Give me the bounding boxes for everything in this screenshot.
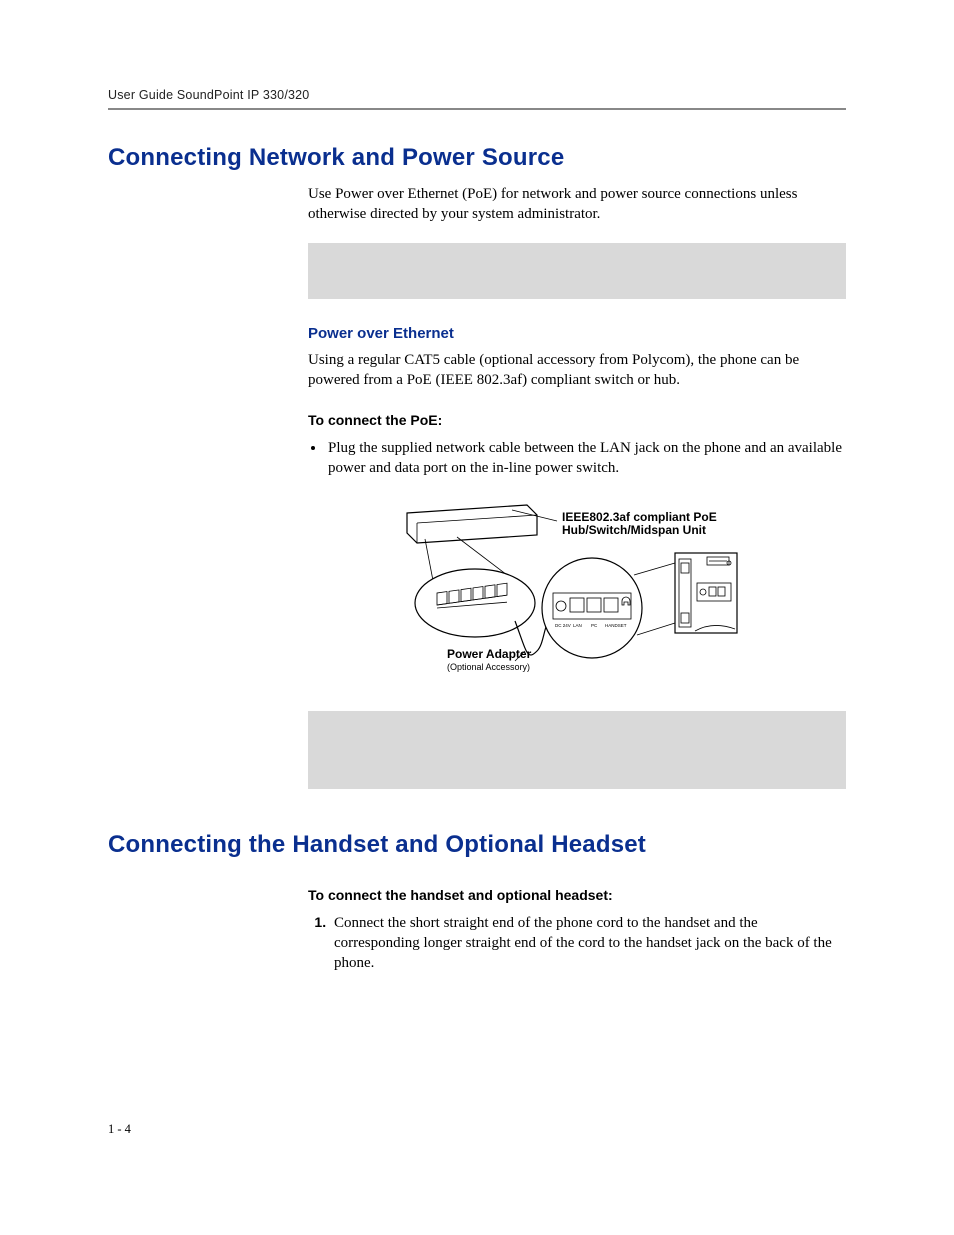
poe-step-bullet: Plug the supplied network cable between …: [326, 438, 846, 479]
section-heading-network-power: Connecting Network and Power Source: [108, 144, 846, 172]
note-band: [308, 243, 846, 299]
handset-step-1: Connect the short straight end of the ph…: [330, 913, 846, 974]
running-head: User Guide SoundPoint IP 330/320: [108, 88, 846, 102]
section-heading-handset-headset: Connecting the Handset and Optional Head…: [108, 831, 846, 859]
port-label-lan: LAN: [573, 623, 582, 628]
callout-poe-hub: IEEE802.3af compliant PoE Hub/Switch/Mid…: [562, 511, 717, 539]
port-label-dc: DC 24V: [555, 623, 571, 628]
header-rule: [108, 108, 846, 110]
subheading-poe: Power over Ethernet: [308, 325, 846, 342]
subheading-to-connect-handset: To connect the handset and optional head…: [308, 887, 846, 903]
callout-power-adapter: Power Adapter (Optional Accessory): [447, 648, 531, 673]
poe-paragraph: Using a regular CAT5 cable (optional acc…: [308, 350, 846, 391]
subheading-to-connect-poe: To connect the PoE:: [308, 412, 846, 428]
page-number: 1 - 4: [108, 1122, 131, 1137]
poe-connection-diagram: DC 24V LAN PC HANDSET: [397, 493, 757, 693]
port-label-pc: PC: [591, 623, 598, 628]
port-label-handset: HANDSET: [605, 623, 627, 628]
note-band-2: [308, 711, 846, 789]
intro-paragraph: Use Power over Ethernet (PoE) for networ…: [308, 184, 846, 225]
